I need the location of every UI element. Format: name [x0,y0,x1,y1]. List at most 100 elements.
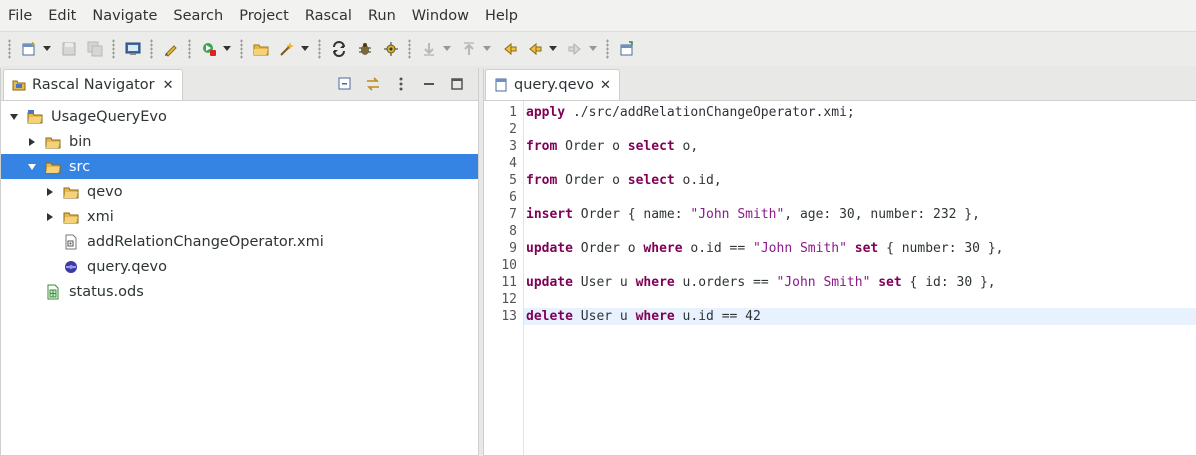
menu-rascal[interactable]: Rascal [297,0,360,32]
code-line[interactable]: update Order o where o.id == "John Smith… [524,240,1196,257]
editor-header: query.qevo ✕ [484,68,1196,101]
link-with-editor-icon[interactable] [362,74,384,94]
gear-bug-icon[interactable] [380,38,402,60]
back-dropdown-chevron-icon[interactable] [548,38,558,60]
tree-item-xmi[interactable]: xmi [1,204,478,229]
prev-annotation-dropdown-chevron-icon[interactable] [482,38,492,60]
code-text[interactable]: apply ./src/addRelationChangeOperator.xm… [524,101,1196,455]
tree-item-usagequeryevo[interactable]: UsageQueryEvo [1,104,478,129]
tree-item-bin[interactable]: bin [1,129,478,154]
toolbar-grip[interactable] [606,39,609,59]
menu-file[interactable]: File [0,0,40,32]
forward-dropdown-chevron-icon[interactable] [588,38,598,60]
tree-item-src[interactable]: src [1,154,478,179]
code-keyword: select [627,173,675,188]
menu-navigate[interactable]: Navigate [84,0,165,32]
bug-icon[interactable] [354,38,376,60]
menu-window[interactable]: Window [404,0,477,32]
code-line[interactable]: from Order o select o.id, [524,172,1196,189]
view-menu-icon[interactable] [390,74,412,94]
menu-run[interactable]: Run [360,0,404,32]
prev-annotation-icon[interactable] [458,38,480,60]
collapse-all-icon[interactable] [334,74,356,94]
code-line[interactable]: delete User u where u.id == 42 [524,308,1196,325]
save-icon[interactable] [58,38,80,60]
code-keyword: set [854,241,879,256]
code-line[interactable]: apply ./src/addRelationChangeOperator.xm… [524,104,1196,121]
toolbar-grip[interactable] [188,39,191,59]
wand-icon[interactable] [276,38,298,60]
menu-project[interactable]: Project [231,0,297,32]
tree-item-label: qevo [87,183,123,200]
run-dropdown-chevron-icon[interactable] [222,38,232,60]
editor-panel: query.qevo ✕ 1 2 3 4 5 6 7 8 9 10 11 12 13 apply ./s… [483,68,1196,456]
close-icon[interactable]: ✕ [600,78,611,93]
edit-icon[interactable] [160,38,182,60]
code-line[interactable]: insert Order { name: "John Smith", age: … [524,206,1196,223]
code-line[interactable] [524,223,1196,240]
code-keyword: update [526,241,573,256]
forward-icon[interactable] [564,38,586,60]
tree-item-label: addRelationChangeOperator.xmi [87,233,324,250]
chevron-right-icon[interactable] [43,210,57,224]
code-text-span: User u [572,309,636,324]
new-dropdown-chevron-icon[interactable] [42,38,52,60]
refresh-icon[interactable] [328,38,350,60]
debug-run-icon[interactable] [198,38,220,60]
save-all-icon[interactable] [84,38,106,60]
next-annotation-icon[interactable] [418,38,440,60]
chevron-right-icon[interactable] [25,135,39,149]
toolbar-grip[interactable] [150,39,153,59]
code-keyword: set [878,275,902,290]
tree-item-status-ods[interactable]: status.ods [1,279,478,304]
menu-help[interactable]: Help [477,0,526,32]
code-keyword: from [526,173,558,188]
code-text-span: o.id == [682,241,754,256]
menu-search[interactable]: Search [165,0,231,32]
line-number: 4 [509,156,517,171]
folder-icon [45,134,61,150]
code-line[interactable] [524,291,1196,308]
tree-item-query-qevo[interactable]: query.qevo [1,254,478,279]
code-line[interactable]: update User u where u.orders == "John Sm… [524,274,1196,291]
wand-dropdown-chevron-icon[interactable] [300,38,310,60]
open-perspective-icon[interactable] [616,38,638,60]
chevron-down-icon[interactable] [25,160,39,174]
toolbar-grip[interactable] [408,39,411,59]
maximize-icon[interactable] [446,74,468,94]
code-line[interactable] [524,189,1196,206]
new-icon[interactable] [18,38,40,60]
tree-item-addrelationchangeoperator-xmi[interactable]: addRelationChangeOperator.xmi [1,229,478,254]
minimize-icon[interactable] [418,74,440,94]
toolbar-grip[interactable] [112,39,115,59]
code-string: "John Smith" [776,275,871,290]
chevron-right-icon[interactable] [43,185,57,199]
annotation-ruler[interactable] [484,101,498,455]
code-line[interactable] [524,155,1196,172]
tree-item-label: status.ods [69,283,144,300]
menu-edit[interactable]: Edit [40,0,84,32]
tab-rascal-navigator[interactable]: Rascal Navigator ✕ [3,69,183,100]
code-line[interactable] [524,121,1196,138]
spreadsheet-icon [45,284,61,300]
tree-item-qevo[interactable]: qevo [1,179,478,204]
navigator-header: Rascal Navigator ✕ [1,68,478,101]
back-icon[interactable] [524,38,546,60]
next-annotation-dropdown-chevron-icon[interactable] [442,38,452,60]
toolbar-grip[interactable] [8,39,11,59]
open-folder-icon[interactable] [250,38,272,60]
last-edit-icon[interactable] [498,38,520,60]
close-icon[interactable]: ✕ [163,78,174,93]
tab-query-qevo[interactable]: query.qevo ✕ [485,69,620,100]
code-line[interactable] [524,257,1196,274]
terminal-icon[interactable] [122,38,144,60]
toolbar-grip[interactable] [240,39,243,59]
toolbar-grip[interactable] [318,39,321,59]
code-editor[interactable]: 1 2 3 4 5 6 7 8 9 10 11 12 13 apply ./src/addRelatio… [484,101,1196,455]
line-number: 6 [509,190,517,205]
code-text-span: , age: 30, number: 232 }, [784,207,980,222]
chevron-down-icon[interactable] [7,110,21,124]
code-text-span: { id: 30 }, [901,275,996,290]
code-keyword: select [627,139,675,154]
code-line[interactable]: from Order o select o, [524,138,1196,155]
